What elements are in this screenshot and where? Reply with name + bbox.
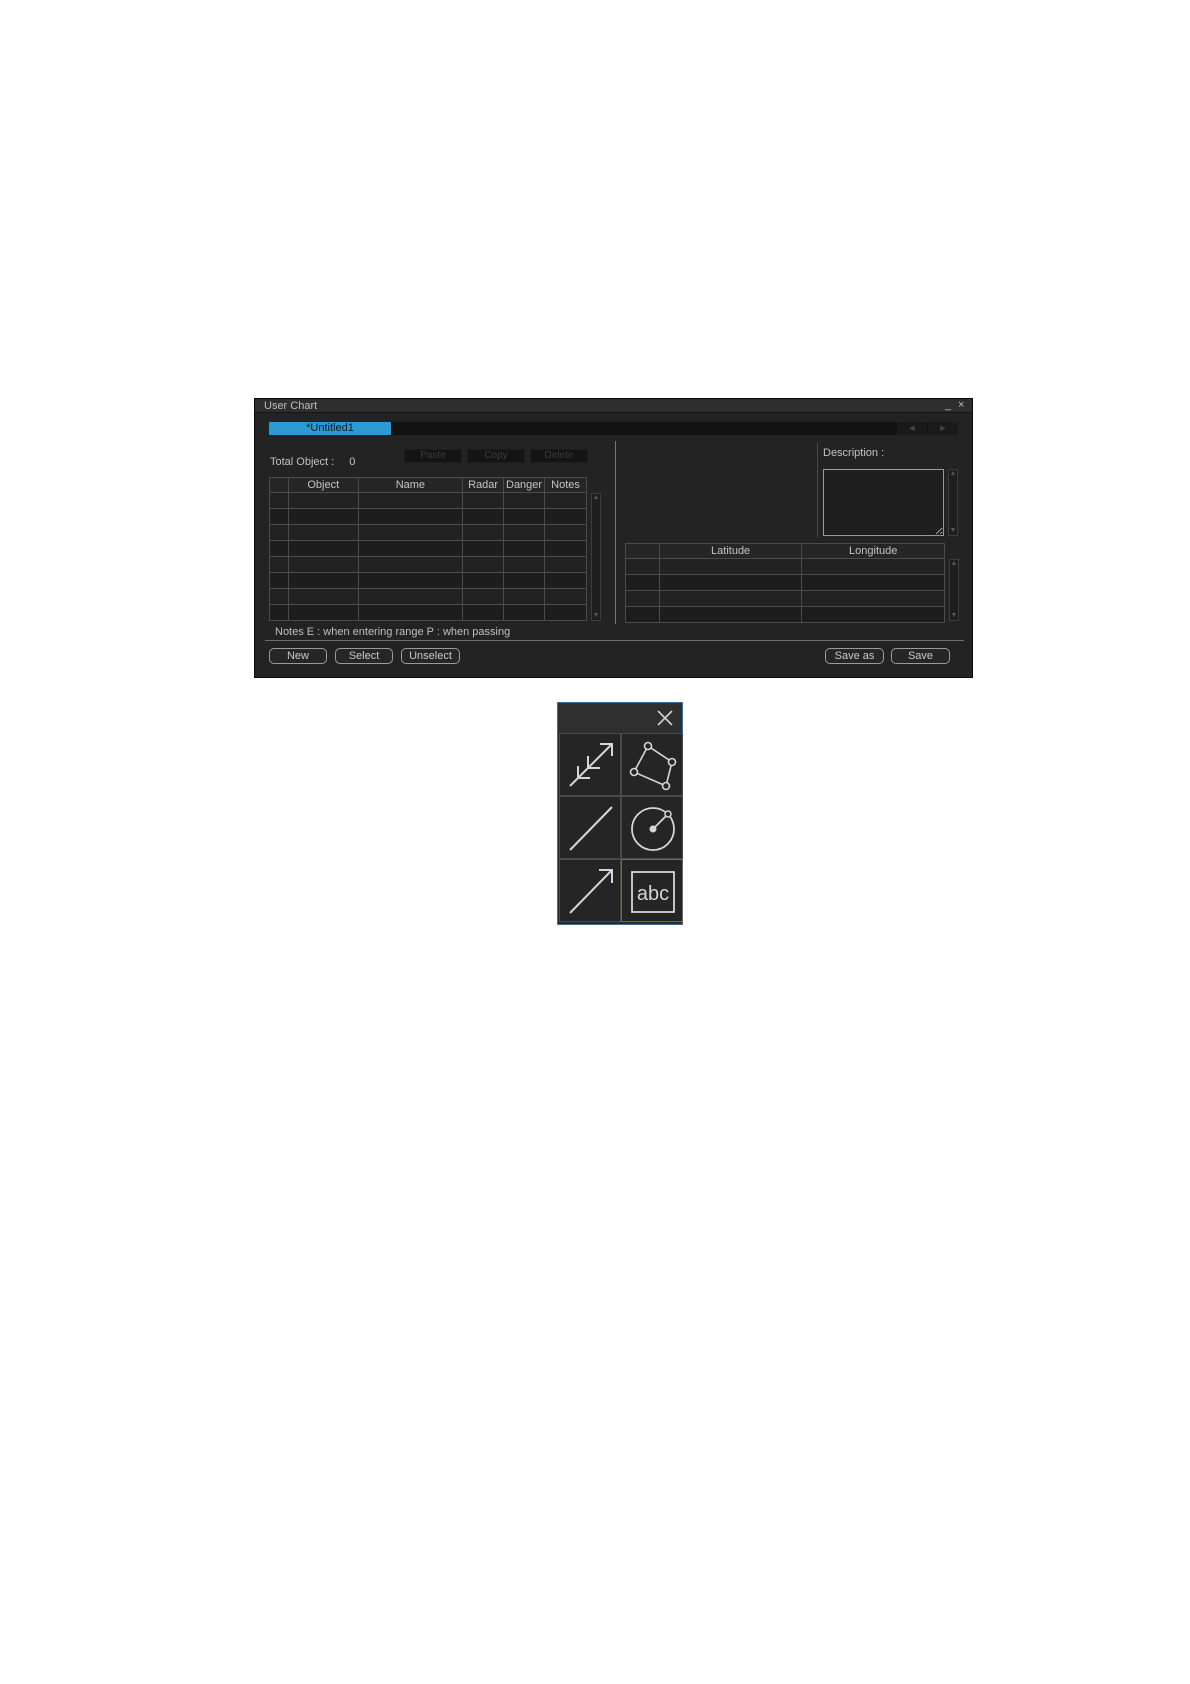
coord-col-latitude[interactable]: Latitude xyxy=(658,543,803,559)
palette-header xyxy=(558,703,682,733)
scroll-down-icon[interactable]: ▼ xyxy=(592,612,600,620)
panel-divider xyxy=(615,441,616,624)
coord-col-longitude[interactable]: Longitude xyxy=(801,543,945,559)
object-table: Object Name Radar Danger Notes xyxy=(269,477,587,621)
save-button[interactable]: Save xyxy=(891,648,950,664)
scroll-up-icon[interactable]: ▲ xyxy=(592,494,600,502)
table-row[interactable] xyxy=(269,572,587,589)
object-col-object[interactable]: Object xyxy=(287,477,359,493)
total-object-count: 0 xyxy=(349,456,356,468)
copy-button[interactable]: Copy xyxy=(467,449,525,463)
text-tool[interactable]: abc xyxy=(621,859,683,922)
tab-scroll-right-icon[interactable]: ► xyxy=(928,422,958,435)
scroll-up-icon[interactable]: ▲ xyxy=(950,560,958,568)
text-tool-label: abc xyxy=(637,883,669,905)
tab-untitled1[interactable]: *Untitled1 xyxy=(269,422,391,435)
line-tool[interactable] xyxy=(559,796,621,859)
description-input[interactable] xyxy=(823,469,944,536)
total-object-readout: Total Object : 0 xyxy=(270,456,355,468)
object-col-notes[interactable]: Notes xyxy=(544,477,587,493)
polygon-tool-icon xyxy=(629,741,677,791)
close-icon[interactable]: × xyxy=(958,399,964,412)
footer-separator xyxy=(265,640,964,641)
table-row[interactable] xyxy=(625,606,945,623)
line-tool-icon xyxy=(569,806,613,851)
scroll-down-icon[interactable]: ▼ xyxy=(950,612,958,620)
coordinate-table-header: Latitude Longitude xyxy=(625,543,945,559)
scroll-down-icon[interactable]: ▼ xyxy=(949,527,957,535)
table-row[interactable] xyxy=(269,604,587,621)
coordinate-table: Latitude Longitude xyxy=(625,543,945,623)
multi-arrow-tool[interactable] xyxy=(559,733,621,796)
coordinate-table-scrollbar[interactable]: ▲ ▼ xyxy=(949,559,959,621)
unselect-button[interactable]: Unselect xyxy=(401,648,460,664)
circle-tool-icon xyxy=(631,807,675,851)
drawing-tool-palette: abc xyxy=(557,702,683,925)
table-row[interactable] xyxy=(269,492,587,509)
scroll-up-icon[interactable]: ▲ xyxy=(949,470,957,478)
table-row[interactable] xyxy=(625,558,945,575)
select-button[interactable]: Select xyxy=(335,648,393,664)
table-row[interactable] xyxy=(269,540,587,557)
object-col-radar[interactable]: Radar xyxy=(462,477,505,493)
object-table-header: Object Name Radar Danger Notes xyxy=(269,477,587,493)
palette-close-icon[interactable] xyxy=(656,709,674,727)
description-label: Description : xyxy=(823,447,885,459)
arrow-tool[interactable] xyxy=(559,859,621,922)
object-col-danger[interactable]: Danger xyxy=(503,477,546,493)
table-row[interactable] xyxy=(269,588,587,605)
polygon-tool[interactable] xyxy=(621,733,683,796)
object-col-select[interactable] xyxy=(269,477,289,493)
total-object-label: Total Object : xyxy=(270,456,335,468)
object-col-name[interactable]: Name xyxy=(357,477,464,493)
text-tool-icon: abc xyxy=(631,871,675,913)
title-bar[interactable]: User Chart _ × xyxy=(255,399,972,413)
description-divider xyxy=(817,443,818,538)
tab-scroll-left-icon[interactable]: ◄ xyxy=(897,422,927,435)
minimize-icon[interactable]: _ xyxy=(945,399,951,412)
window-title: User Chart xyxy=(264,400,318,412)
notes-legend: Notes E : when entering range P : when p… xyxy=(275,626,511,638)
multi-arrow-tool-icon xyxy=(569,743,613,787)
table-row[interactable] xyxy=(269,556,587,573)
arrow-tool-icon xyxy=(569,869,613,914)
table-row[interactable] xyxy=(625,590,945,607)
new-button[interactable]: New xyxy=(269,648,327,664)
description-scrollbar[interactable]: ▲ ▼ xyxy=(948,469,958,536)
table-row[interactable] xyxy=(269,524,587,541)
save-as-button[interactable]: Save as xyxy=(825,648,884,664)
user-chart-window: User Chart _ × *Untitled1 ◄ ► Total Obje… xyxy=(254,398,973,678)
object-table-scrollbar[interactable]: ▲ ▼ xyxy=(591,493,601,621)
coord-col-select[interactable] xyxy=(625,543,660,559)
table-row[interactable] xyxy=(269,508,587,525)
paste-button[interactable]: Paste xyxy=(404,449,462,463)
chart-tab-strip: *Untitled1 ◄ ► xyxy=(269,422,958,435)
delete-button[interactable]: Delete xyxy=(530,449,588,463)
table-row[interactable] xyxy=(625,574,945,591)
circle-tool[interactable] xyxy=(621,796,683,859)
